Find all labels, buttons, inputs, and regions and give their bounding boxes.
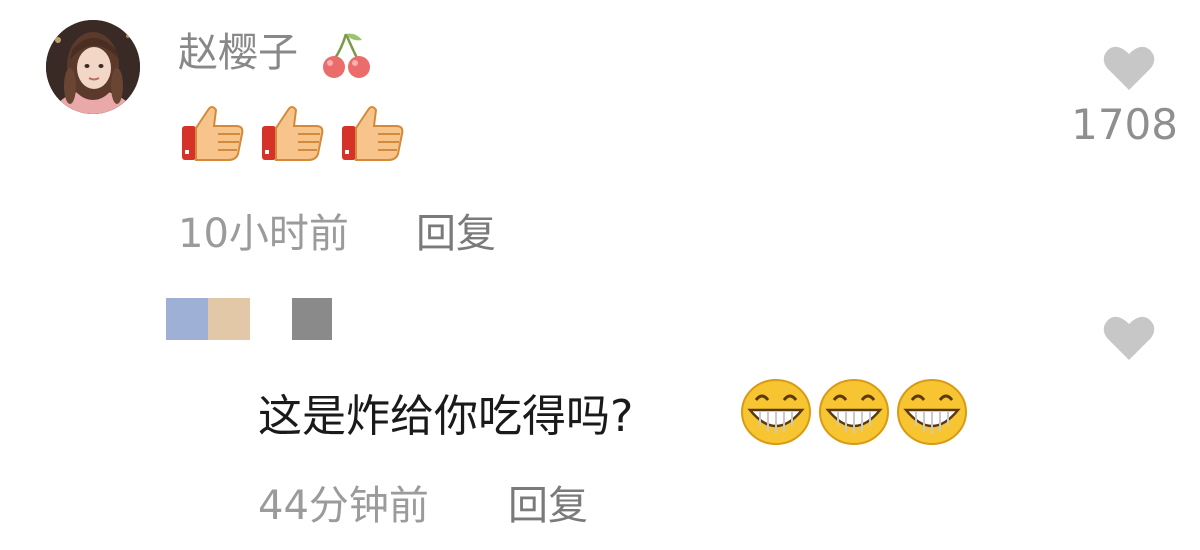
thumbs-up-icon: [338, 98, 408, 168]
comment-emoji-row: [178, 98, 408, 172]
redacted-username: [166, 298, 336, 342]
reply-button[interactable]: 回复: [416, 210, 496, 258]
reply-button[interactable]: 回复: [508, 482, 588, 530]
thumbs-up-icon: [178, 98, 248, 168]
thumbs-up-icon: [258, 98, 328, 168]
comment-time: 44分钟前: [258, 483, 429, 529]
redaction-block: [208, 298, 250, 340]
comment-time: 10小时前: [178, 211, 349, 257]
comment-emoji-row: [740, 378, 968, 448]
grinning-face-icon: [896, 378, 968, 446]
heart-icon[interactable]: [1102, 44, 1156, 92]
avatar[interactable]: [46, 20, 140, 114]
redaction-block: [292, 298, 332, 340]
comment-text: 这是炸给你吃得吗?: [258, 391, 634, 442]
heart-icon[interactable]: [1102, 314, 1156, 362]
grinning-face-icon: [818, 378, 890, 446]
redaction-block: [166, 298, 208, 340]
username[interactable]: 赵樱子: [178, 28, 298, 78]
like-count: 1708: [1071, 100, 1178, 149]
grinning-face-icon: [740, 378, 812, 446]
cherry-icon: [322, 30, 372, 80]
